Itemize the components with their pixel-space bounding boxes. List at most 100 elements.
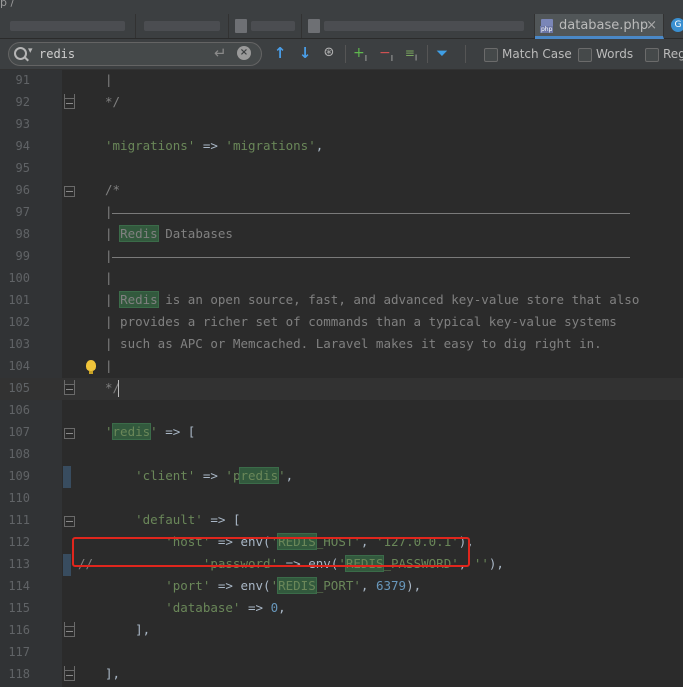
checkbox-box[interactable] [484, 48, 498, 62]
code-editor[interactable]: 91 | 92 */ 93 94 'migrations' => 'migrations',… [0, 70, 683, 687]
code-line[interactable]: 114 'port' => env('REDIS_PORT', 6379), [0, 576, 683, 598]
code-token: Databases [157, 226, 233, 241]
fold-marker-icon[interactable] [64, 94, 75, 109]
code-line[interactable]: 102 | provides a richer set of commands t… [0, 312, 683, 334]
remove-selection-icon[interactable]: −I [376, 44, 396, 64]
code-line[interactable]: 93 [0, 114, 683, 136]
code-token: , [315, 138, 324, 153]
tab-file-2[interactable] [136, 14, 229, 38]
code-token: 'port' [105, 578, 211, 593]
code-text: 'migrations' => 'migrations', [105, 138, 323, 153]
find-all-icon[interactable]: ⊛ [319, 44, 339, 64]
search-history-dropdown-icon[interactable]: ▾ [28, 46, 33, 56]
code-line[interactable]: 108 [0, 444, 683, 466]
code-text: ], [105, 622, 150, 637]
fold-marker-icon[interactable] [64, 622, 75, 637]
previous-occurrence-icon[interactable]: ↑ [270, 44, 290, 64]
code-text: | [105, 204, 113, 219]
line-number: 100 [8, 271, 30, 285]
code-line[interactable]: 115 'database' => 0, [0, 598, 683, 620]
code-line[interactable]: 110 [0, 488, 683, 510]
find-toolbar: ▾ ↵ × ↑ ↓ ⊛ +I −I ≡I ⏷ Match Case Words … [0, 39, 683, 70]
close-icon[interactable]: × [646, 18, 657, 33]
code-token: 'database' [105, 600, 241, 615]
search-match: Redis [119, 291, 159, 308]
line-number: 95 [15, 161, 30, 175]
enter-icon[interactable]: ↵ [214, 44, 227, 62]
current-line-highlight [0, 378, 683, 400]
code-line[interactable]: 98 | Redis Databases [0, 224, 683, 246]
clear-icon[interactable]: × [237, 46, 251, 60]
search-input[interactable] [37, 45, 211, 63]
line-number: 117 [8, 645, 30, 659]
search-box[interactable]: ▾ ↵ × [8, 42, 262, 66]
code-line[interactable]: 104 | [0, 356, 683, 378]
line-number: 107 [8, 425, 30, 439]
code-line[interactable]: 96 /* [0, 180, 683, 202]
fold-marker-icon[interactable] [64, 428, 75, 439]
code-token: ], [105, 666, 121, 681]
line-number: 118 [8, 667, 30, 681]
line-number: 116 [8, 623, 30, 637]
code-line[interactable]: 107 'redis' => [ [0, 422, 683, 444]
fold-marker-icon[interactable] [64, 186, 75, 197]
code-line[interactable]: 94 'migrations' => 'migrations', [0, 136, 683, 158]
search-icon[interactable] [14, 47, 27, 60]
code-line[interactable]: 92 */ [0, 92, 683, 114]
add-selection-icon[interactable]: +I [350, 44, 370, 64]
line-number: 99 [15, 249, 30, 263]
toolbar-separator [427, 45, 428, 63]
line-number: 108 [8, 447, 30, 461]
code-token: 'migrations' [225, 138, 316, 153]
tab-file-3[interactable] [229, 14, 302, 38]
tab-file-1[interactable] [0, 14, 136, 38]
select-all-occurrences-icon[interactable]: ≡I [401, 44, 421, 64]
fold-marker-icon[interactable] [64, 666, 75, 681]
code-line[interactable]: 97 | [0, 202, 683, 224]
code-line[interactable]: 118], [0, 664, 683, 686]
tab-label-blurred [251, 21, 295, 31]
code-line[interactable]: 100 | [0, 268, 683, 290]
fold-marker-icon[interactable] [64, 380, 75, 395]
code-token: | [105, 204, 113, 219]
code-line[interactable]: 105 */ [0, 378, 683, 400]
code-text: 'port' => env('REDIS_PORT', 6379), [105, 577, 421, 594]
code-line[interactable]: 91 | [0, 70, 683, 92]
lightbulb-icon[interactable] [86, 360, 96, 374]
more-tabs-icon[interactable]: G [671, 18, 683, 32]
code-token: | [105, 292, 121, 307]
tab-database-php[interactable]: database.php × [535, 14, 664, 39]
checkbox-box[interactable] [645, 48, 659, 62]
line-number: 111 [8, 513, 30, 527]
toolbar-separator [345, 45, 346, 63]
php-file-icon [308, 19, 320, 33]
code-line[interactable]: 103 | such as APC or Memcached. Laravel m… [0, 334, 683, 356]
code-line[interactable]: 99 | [0, 246, 683, 268]
php-file-icon [540, 19, 554, 33]
code-line[interactable]: 117 [0, 642, 683, 664]
code-text: | [105, 248, 113, 263]
next-occurrence-icon[interactable]: ↓ [295, 44, 315, 64]
tab-file-4[interactable] [302, 14, 535, 38]
line-number: 114 [8, 579, 30, 593]
code-line[interactable]: 111 'default' => [ [0, 510, 683, 532]
code-text: | Redis is an open source, fast, and adv… [105, 291, 639, 308]
code-line[interactable]: 101 | Redis is an open source, fast, and … [0, 290, 683, 312]
line-number: 94 [15, 139, 30, 153]
code-line[interactable]: 95 [0, 158, 683, 180]
editor-tab-bar: p / database.php × G [0, 0, 683, 39]
line-number: 104 [8, 359, 30, 373]
line-number: 106 [8, 403, 30, 417]
checkbox-box[interactable] [578, 48, 592, 62]
filter-icon[interactable]: ⏷ [432, 44, 452, 64]
code-line[interactable]: 106 [0, 400, 683, 422]
tab-label: database.php [559, 18, 649, 33]
code-line[interactable]: 109 'client' => 'predis', [0, 466, 683, 488]
code-line[interactable]: 116 ], [0, 620, 683, 642]
code-token: => [ [202, 512, 241, 527]
code-token: 'migrations' [105, 138, 196, 153]
code-token: 6379 [375, 578, 407, 593]
fold-marker-icon[interactable] [64, 516, 75, 527]
line-number: 96 [15, 183, 30, 197]
breadcrumb[interactable]: p / [0, 0, 14, 9]
